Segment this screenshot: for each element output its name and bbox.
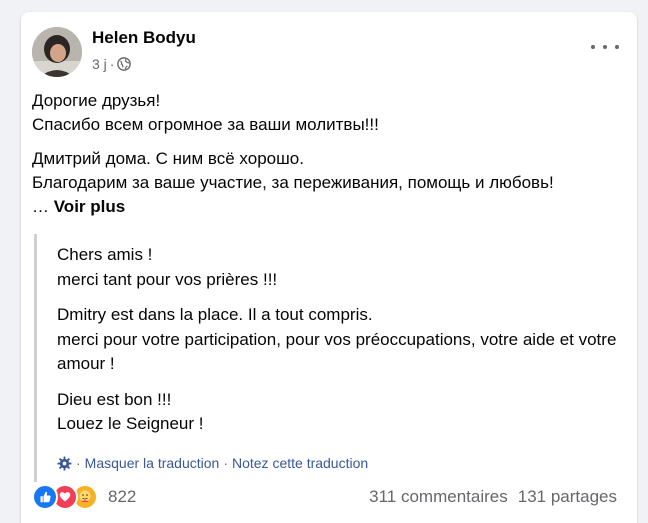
engagement-stats: 311 commentaires 131 partages [369,487,617,507]
translation-line: Chers amis ! [57,245,153,264]
translation-block: Chers amis ! merci tant pour vos prières… [34,234,627,482]
link-separator: · [223,455,228,471]
post-card: Helen Bodyu 3 j · Дорогие друзья! Спасиб… [21,12,637,523]
like-icon [32,484,58,510]
comments-count[interactable]: 311 commentaires [369,487,508,507]
post-meta: 3 j · [92,56,132,72]
translation-line: merci tant pour vos prières !!! [57,269,278,289]
reaction-summary[interactable]: 822 [32,484,136,510]
post-paragraph: Дорогие друзья! Спасибо всем огромное за… [32,89,621,137]
gear-icon[interactable] [57,455,72,471]
globe-icon [117,57,132,71]
see-more-link[interactable]: Voir plus [54,197,125,216]
translation-paragraph: Dieu est bon !!! Louez le Seigneur ! [57,388,621,437]
post-line: Благодарим за ваше участие, за переживан… [32,173,554,192]
shares-count[interactable]: 131 partages [518,487,617,507]
translation-line: Dieu est bon !!! [57,389,172,409]
more-options-icon[interactable] [591,40,619,54]
post-line: Спасибо всем огромное за ваши молитвы!!! [32,115,379,134]
hide-translation-link[interactable]: Masquer la traduction [85,455,220,471]
translation-line: merci pour votre participation, pour vos… [57,329,617,374]
ellipsis: … [32,197,54,216]
translation-paragraph: Dmitry est dans la place. Il a tout comp… [57,303,621,377]
translation-line: Dmitry est dans la place. Il a tout comp… [57,305,373,324]
rate-translation-link[interactable]: Notez cette traduction [232,455,368,471]
link-separator: · [76,455,81,471]
translation-links: · Masquer la traduction · Notez cette tr… [57,455,368,471]
reaction-count[interactable]: 822 [108,487,136,507]
translation-line: Louez le Seigneur ! [57,414,204,433]
author-name[interactable]: Helen Bodyu [92,28,196,48]
post-body: Дорогие друзья! Спасибо всем огромное за… [32,89,621,229]
post-line: Дмитрий дома. С ним всё хорошо. [32,149,304,168]
translation-body: Chers amis ! merci tant pour vos prières… [57,243,621,448]
avatar[interactable] [32,27,82,77]
post-time[interactable]: 3 j [92,56,107,72]
post-line: Дорогие друзья! [32,91,161,110]
meta-separator: · [109,56,115,72]
translation-paragraph: Chers amis ! merci tant pour vos prières… [57,243,621,292]
post-footer: 822 311 commentaires 131 partages [32,484,617,510]
post-paragraph: Дмитрий дома. С ним всё хорошо. Благодар… [32,147,621,219]
